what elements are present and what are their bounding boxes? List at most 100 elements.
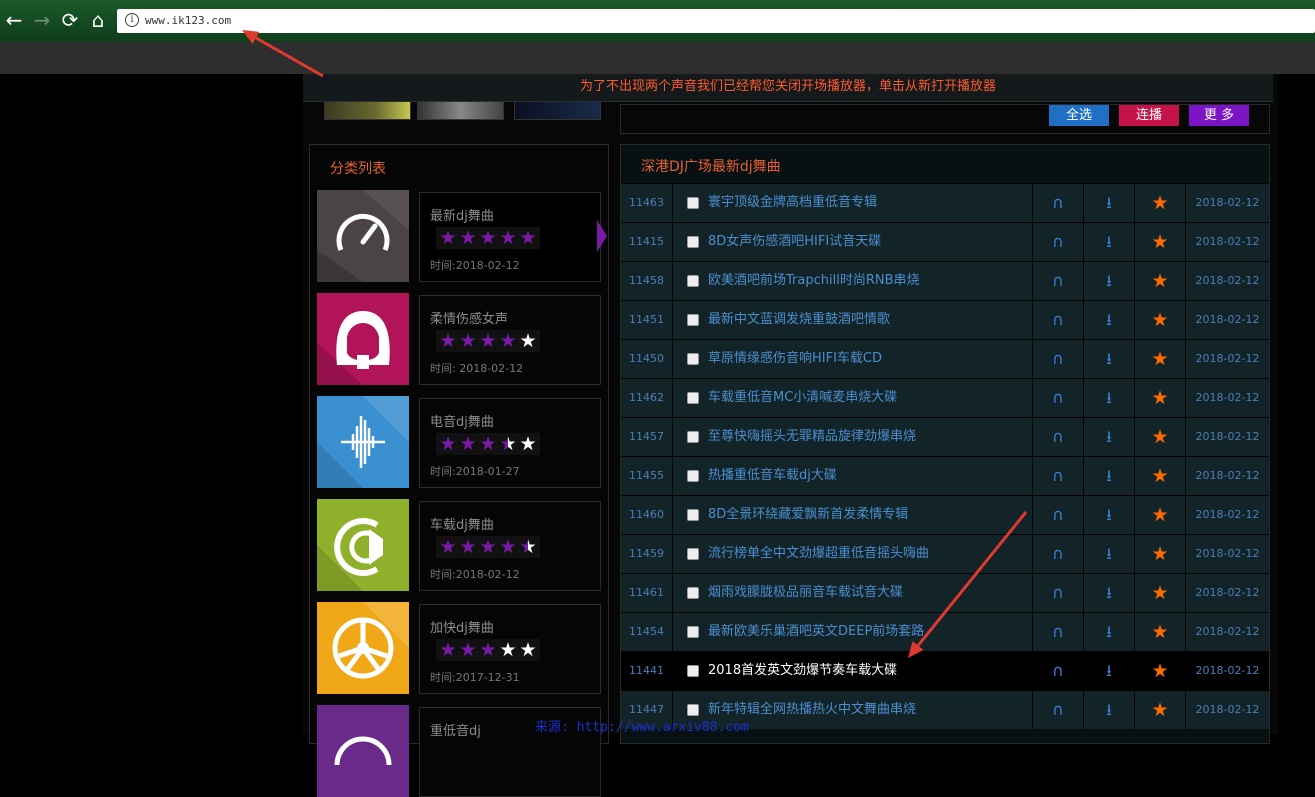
- song-checkbox[interactable]: [687, 470, 699, 482]
- listen-icon[interactable]: ∩: [1033, 457, 1084, 495]
- song-title-cell[interactable]: 车载重低音MC小清喊麦串烧大碟: [673, 379, 1033, 417]
- favorite-star-icon[interactable]: ★: [1135, 301, 1186, 339]
- favorite-star-icon[interactable]: ★: [1135, 535, 1186, 573]
- download-icon[interactable]: ⭳: [1084, 535, 1135, 573]
- song-row[interactable]: 11460 8D全景环绕藏爱飘新首发柔情专辑 ∩ ⭳ ★ 2018-02-12: [621, 495, 1269, 534]
- song-row[interactable]: 11461 烟雨戏朦胧极品丽音车载试音大碟 ∩ ⭳ ★ 2018-02-12: [621, 573, 1269, 612]
- song-row[interactable]: 11441 2018首发英文劲爆节奏车载大碟 ∩ ⭳ ★ 2018-02-12: [621, 651, 1269, 690]
- download-icon[interactable]: ⭳: [1084, 340, 1135, 378]
- song-checkbox[interactable]: [687, 665, 699, 677]
- download-icon[interactable]: ⭳: [1084, 613, 1135, 651]
- category-name[interactable]: 重低音dj: [430, 720, 481, 739]
- song-title-cell[interactable]: 最新欧美乐巢酒吧英文DEEP前场套路: [673, 613, 1033, 651]
- url-text[interactable]: www.ik123.com: [145, 14, 231, 27]
- song-title-cell[interactable]: 至尊快嗨摇头无罪精品旋律劲爆串烧: [673, 418, 1033, 456]
- listen-icon[interactable]: ∩: [1033, 652, 1084, 690]
- category-item[interactable]: 柔情伤感女声 ★ ★ ★ ★ ★ 时间: 2018-02-12: [317, 293, 601, 385]
- favorite-star-icon[interactable]: ★: [1135, 262, 1186, 300]
- song-title-cell[interactable]: 8D全景环绕藏爱飘新首发柔情专辑: [673, 496, 1033, 534]
- soundwave-icon[interactable]: [317, 396, 409, 488]
- song-row[interactable]: 11457 至尊快嗨摇头无罪精品旋律劲爆串烧 ∩ ⭳ ★ 2018-02-12: [621, 417, 1269, 456]
- song-row[interactable]: 11458 欧美酒吧前场Trapchill时尚RNB串烧 ∩ ⭳ ★ 2018-02-12: [621, 261, 1269, 300]
- category-info[interactable]: 最新dj舞曲 ★ ★ ★ ★ ★ 时间:2018-02-12: [419, 192, 601, 282]
- category-item[interactable]: 电音dj舞曲 ★ ★ ★ ★ ★ 时间:2018-01-27: [317, 396, 601, 488]
- favorite-star-icon[interactable]: ★: [1135, 457, 1186, 495]
- song-row[interactable]: 11462 车载重低音MC小清喊麦串烧大碟 ∩ ⭳ ★ 2018-02-12: [621, 378, 1269, 417]
- woman-face-icon[interactable]: [317, 293, 409, 385]
- song-name-link[interactable]: 欧美酒吧前场Trapchill时尚RNB串烧: [708, 262, 920, 300]
- category-info[interactable]: 加快dj舞曲 ★ ★ ★ ★ ★ 时间:2017-12-31: [419, 604, 601, 694]
- favorite-star-icon[interactable]: ★: [1135, 652, 1186, 690]
- download-icon[interactable]: ⭳: [1084, 691, 1135, 729]
- address-bar[interactable]: i www.ik123.com: [117, 9, 1315, 33]
- song-checkbox[interactable]: [687, 626, 699, 638]
- category-name[interactable]: 最新dj舞曲: [430, 205, 494, 224]
- download-icon[interactable]: ⭳: [1084, 457, 1135, 495]
- song-title-cell[interactable]: 流行榜单全中文劲爆超重低音摇头嗨曲: [673, 535, 1033, 573]
- song-checkbox[interactable]: [687, 587, 699, 599]
- listen-icon[interactable]: ∩: [1033, 340, 1084, 378]
- thumbnail[interactable]: [514, 100, 601, 120]
- song-name-link[interactable]: 车载重低音MC小清喊麦串烧大碟: [708, 379, 897, 417]
- category-item[interactable]: 加快dj舞曲 ★ ★ ★ ★ ★ 时间:2017-12-31: [317, 602, 601, 694]
- category-name[interactable]: 车载dj舞曲: [430, 514, 494, 533]
- favorite-star-icon[interactable]: ★: [1135, 574, 1186, 612]
- bass-icon[interactable]: [317, 705, 409, 797]
- song-row[interactable]: 11450 草原情缘感伤音响HIFI车载CD ∩ ⭳ ★ 2018-02-12: [621, 339, 1269, 378]
- song-title-cell[interactable]: 8D女声伤感酒吧HIFI试音天碟: [673, 223, 1033, 261]
- listen-icon[interactable]: ∩: [1033, 574, 1084, 612]
- song-name-link[interactable]: 热播重低音车载dj大碟: [708, 457, 837, 495]
- song-row[interactable]: 11463 寰宇顶级金牌高档重低音专辑 ∩ ⭳ ★ 2018-02-12: [621, 183, 1269, 222]
- song-name-link[interactable]: 最新欧美乐巢酒吧英文DEEP前场套路: [708, 613, 924, 651]
- song-checkbox[interactable]: [687, 509, 699, 521]
- download-icon[interactable]: ⭳: [1084, 301, 1135, 339]
- category-name[interactable]: 柔情伤感女声: [430, 308, 508, 327]
- song-checkbox[interactable]: [687, 392, 699, 404]
- listen-icon[interactable]: ∩: [1033, 691, 1084, 729]
- song-checkbox[interactable]: [687, 197, 699, 209]
- song-row[interactable]: 11454 最新欧美乐巢酒吧英文DEEP前场套路 ∩ ⭳ ★ 2018-02-12: [621, 612, 1269, 651]
- listen-icon[interactable]: ∩: [1033, 262, 1084, 300]
- download-icon[interactable]: ⭳: [1084, 262, 1135, 300]
- song-title-cell[interactable]: 最新中文蓝调发烧重鼓酒吧情歌: [673, 301, 1033, 339]
- song-checkbox[interactable]: [687, 314, 699, 326]
- category-name[interactable]: 加快dj舞曲: [430, 617, 494, 636]
- listen-icon[interactable]: ∩: [1033, 535, 1084, 573]
- song-title-cell[interactable]: 草原情缘感伤音响HIFI车载CD: [673, 340, 1033, 378]
- listen-icon[interactable]: ∩: [1033, 613, 1084, 651]
- song-name-link[interactable]: 8D全景环绕藏爱飘新首发柔情专辑: [708, 496, 908, 534]
- back-icon[interactable]: ←: [2, 8, 26, 32]
- horn-icon[interactable]: [317, 499, 409, 591]
- song-name-link[interactable]: 最新中文蓝调发烧重鼓酒吧情歌: [708, 301, 890, 339]
- category-item[interactable]: 最新dj舞曲 ★ ★ ★ ★ ★ 时间:2018-02-12: [317, 190, 601, 282]
- listen-icon[interactable]: ∩: [1033, 418, 1084, 456]
- favorite-star-icon[interactable]: ★: [1135, 340, 1186, 378]
- favorite-star-icon[interactable]: ★: [1135, 418, 1186, 456]
- wheel-icon[interactable]: [317, 602, 409, 694]
- favorite-star-icon[interactable]: ★: [1135, 613, 1186, 651]
- song-checkbox[interactable]: [687, 353, 699, 365]
- category-info[interactable]: 柔情伤感女声 ★ ★ ★ ★ ★ 时间: 2018-02-12: [419, 295, 601, 385]
- song-name-link[interactable]: 草原情缘感伤音响HIFI车载CD: [708, 340, 882, 378]
- category-info[interactable]: 车载dj舞曲 ★ ★ ★ ★ ★ 时间:2018-02-12: [419, 501, 601, 591]
- listen-icon[interactable]: ∩: [1033, 496, 1084, 534]
- listen-icon[interactable]: ∩: [1033, 301, 1084, 339]
- listen-icon[interactable]: ∩: [1033, 379, 1084, 417]
- download-icon[interactable]: ⭳: [1084, 418, 1135, 456]
- song-checkbox[interactable]: [687, 275, 699, 287]
- favorite-star-icon[interactable]: ★: [1135, 184, 1186, 222]
- song-checkbox[interactable]: [687, 704, 699, 716]
- download-icon[interactable]: ⭳: [1084, 496, 1135, 534]
- reload-icon[interactable]: ⟳: [58, 8, 82, 32]
- continuous-play-button[interactable]: 连播: [1119, 105, 1179, 126]
- favorite-star-icon[interactable]: ★: [1135, 379, 1186, 417]
- song-checkbox[interactable]: [687, 431, 699, 443]
- listen-icon[interactable]: ∩: [1033, 223, 1084, 261]
- download-icon[interactable]: ⭳: [1084, 379, 1135, 417]
- song-name-link[interactable]: 寰宇顶级金牌高档重低音专辑: [708, 184, 877, 222]
- song-name-link[interactable]: 流行榜单全中文劲爆超重低音摇头嗨曲: [708, 535, 929, 573]
- home-icon[interactable]: ⌂: [86, 8, 110, 32]
- song-title-cell[interactable]: 欧美酒吧前场Trapchill时尚RNB串烧: [673, 262, 1033, 300]
- thumbnail[interactable]: [417, 100, 504, 120]
- song-title-cell[interactable]: 烟雨戏朦胧极品丽音车载试音大碟: [673, 574, 1033, 612]
